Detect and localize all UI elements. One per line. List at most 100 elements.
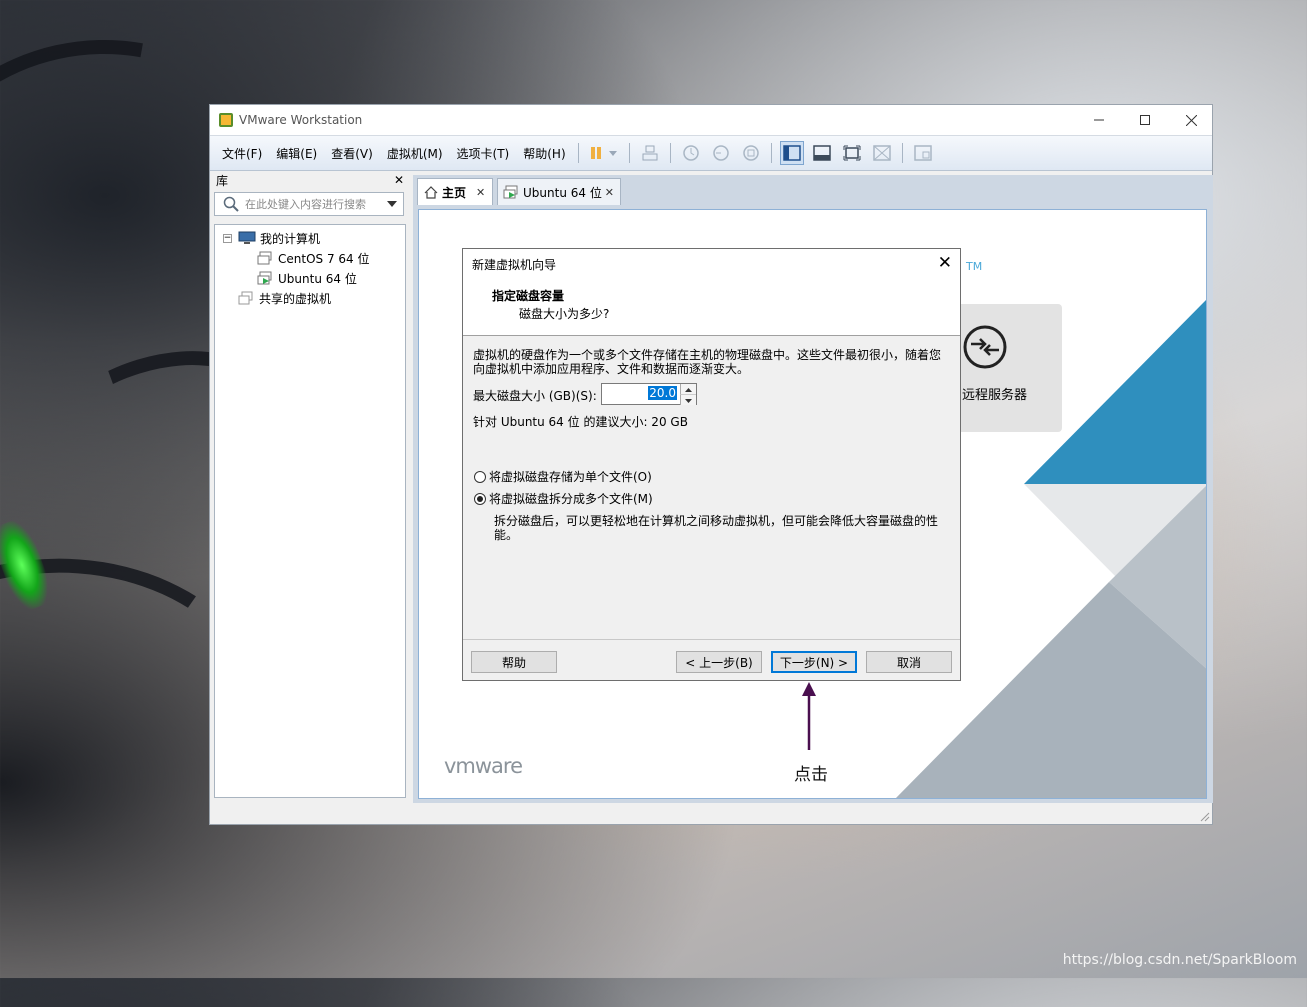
tab-close-icon[interactable]: ✕: [476, 186, 485, 199]
tab-strip: 主页 ✕ Ubuntu 64 位 ✕: [413, 175, 1213, 205]
toolbar-separator: [628, 143, 630, 163]
thumbnail-view-icon: [812, 145, 831, 161]
library-view-icon: [782, 145, 801, 161]
dialog-button-divider: [463, 639, 960, 640]
unity-button[interactable]: [870, 141, 894, 165]
shared-vm-icon: [238, 291, 253, 305]
library-tree: − 我的计算机 CentOS 7 64 位 Ubuntu 64 位 共享的虚拟机: [214, 224, 406, 798]
toolbar-separator: [577, 143, 579, 163]
computer-icon: [238, 231, 256, 244]
library-pane: 库 ✕ 在此处键入内容进行搜索 − 我的计算机 CentOS 7 64 位 Ub…: [213, 171, 407, 801]
recommended-size-text: 针对 Ubuntu 64 位 的建议大小: 20 GB: [473, 415, 688, 429]
vm-running-icon: [257, 271, 272, 285]
store-single-file-radio[interactable]: [474, 471, 486, 483]
disk-description-line1: 虚拟机的硬盘作为一个或多个文件存储在主机的物理磁盘中。这些文件最初很小，随着您: [473, 348, 942, 362]
cancel-button[interactable]: 取消: [866, 651, 952, 673]
toolbar-separator: [669, 143, 671, 163]
store-single-file-label[interactable]: 将虚拟磁盘存储为单个文件(O): [489, 470, 652, 484]
menu-tabs[interactable]: 选项卡(T): [450, 145, 517, 162]
tab-home[interactable]: 主页 ✕: [417, 178, 493, 205]
search-icon: [223, 196, 239, 212]
split-multiple-files-radio[interactable]: [474, 493, 486, 505]
tab-ubuntu[interactable]: Ubuntu 64 位 ✕: [497, 178, 621, 205]
disk-description-line2: 向虚拟机中添加应用程序、文件和数据而逐渐变大。: [473, 362, 750, 376]
annotation-click-label: 点击: [794, 765, 828, 785]
title-bar: VMware Workstation: [210, 105, 1212, 135]
console-view-button[interactable]: [911, 141, 935, 165]
snapshot-manager-button[interactable]: [739, 141, 763, 165]
vmware-logo: vmware: [444, 754, 523, 778]
spin-up-button[interactable]: [680, 384, 696, 394]
library-search-placeholder: 在此处键入内容进行搜索: [245, 198, 366, 211]
resize-grip-icon[interactable]: [1200, 812, 1210, 822]
tree-collapse-icon[interactable]: −: [223, 233, 232, 243]
library-search-box[interactable]: 在此处键入内容进行搜索: [214, 192, 404, 216]
tree-item-label: 我的计算机: [260, 231, 321, 246]
revert-snapshot-button[interactable]: [709, 141, 733, 165]
disk-size-spinbox[interactable]: 20.0: [601, 383, 697, 405]
home-icon: [424, 185, 438, 199]
next-button[interactable]: 下一步(N) >: [771, 651, 857, 673]
menu-vm[interactable]: 虚拟机(M): [380, 145, 450, 162]
tab-label: 主页: [442, 185, 467, 200]
tab-close-icon[interactable]: ✕: [605, 186, 614, 199]
window-title: VMware Workstation: [239, 113, 363, 127]
tree-item-label: Ubuntu 64 位: [278, 271, 357, 286]
close-icon: [1185, 114, 1197, 126]
tree-item-centos[interactable]: CentOS 7 64 位: [215, 248, 405, 268]
revert-snapshot-icon: [712, 145, 729, 161]
tree-item-ubuntu[interactable]: Ubuntu 64 位: [215, 268, 405, 288]
tab-label: Ubuntu 64 位: [523, 185, 602, 200]
spin-down-button[interactable]: [680, 394, 696, 405]
menu-edit[interactable]: 编辑(E): [269, 145, 324, 162]
show-library-button[interactable]: [779, 141, 804, 165]
maximize-button[interactable]: [1122, 105, 1168, 135]
console-view-icon: [913, 145, 932, 161]
menu-bar: 文件(F) 编辑(E) 查看(V) 虚拟机(M) 选项卡(T) 帮助(H): [210, 135, 1212, 171]
dialog-title: 新建虚拟机向导: [472, 258, 557, 272]
maximize-icon: [1140, 115, 1150, 125]
thumbnail-bar-button[interactable]: [810, 141, 834, 165]
close-window-button[interactable]: [1168, 105, 1214, 135]
tree-item-my-computer[interactable]: − 我的计算机: [215, 228, 405, 248]
new-vm-wizard-dialog: 新建虚拟机向导 ✕ 指定磁盘容量 磁盘大小为多少? 虚拟机的硬盘作为一个或多个文…: [462, 248, 961, 681]
watermark: https://blog.csdn.net/SparkBloom: [1062, 952, 1297, 968]
vm-running-icon: [503, 185, 518, 199]
dialog-subheading: 磁盘大小为多少?: [519, 307, 610, 321]
pause-icon: [590, 147, 617, 159]
minimize-button[interactable]: [1076, 105, 1122, 135]
full-screen-icon: [843, 145, 861, 161]
pause-button[interactable]: [587, 141, 621, 165]
vmware-app-icon: [219, 113, 233, 127]
minimize-icon: [1094, 119, 1104, 121]
status-bar: [210, 804, 1212, 824]
menu-view[interactable]: 查看(V): [324, 145, 380, 162]
help-button[interactable]: 帮助: [471, 651, 557, 673]
full-screen-button[interactable]: [840, 141, 864, 165]
split-multiple-files-label[interactable]: 将虚拟磁盘拆分成多个文件(M): [489, 492, 653, 506]
toolbar-separator: [770, 143, 772, 163]
library-header: 库 ✕: [213, 171, 407, 189]
tree-item-shared-vms[interactable]: 共享的虚拟机: [215, 288, 405, 308]
dialog-header: 新建虚拟机向导 ✕ 指定磁盘容量 磁盘大小为多少?: [463, 249, 960, 336]
library-close-icon[interactable]: ✕: [394, 173, 404, 187]
toolbar-separator: [901, 143, 903, 163]
chevron-down-icon: [685, 399, 692, 403]
snapshot-button[interactable]: [679, 141, 703, 165]
menu-help[interactable]: 帮助(H): [516, 145, 572, 162]
dialog-heading: 指定磁盘容量: [492, 289, 565, 303]
split-description-line1: 拆分磁盘后，可以更轻松地在计算机之间移动虚拟机，但可能会降低大容量磁盘的性: [494, 514, 939, 528]
send-ctrl-alt-del-button[interactable]: [638, 141, 662, 165]
menu-file[interactable]: 文件(F): [215, 145, 269, 162]
back-button[interactable]: < 上一步(B): [676, 651, 762, 673]
unity-icon: [872, 145, 891, 161]
disk-size-input[interactable]: 20.0: [648, 386, 677, 400]
library-title: 库: [216, 173, 229, 188]
annotation-arrow-icon: [802, 682, 816, 750]
search-dropdown-icon[interactable]: [387, 201, 397, 207]
tree-item-label: 共享的虚拟机: [259, 291, 332, 306]
network-icon: [642, 145, 658, 161]
snapshot-manager-icon: [742, 145, 759, 161]
disk-size-label: 最大磁盘大小 (GB)(S):: [473, 389, 597, 403]
dialog-close-icon[interactable]: ✕: [938, 253, 952, 273]
